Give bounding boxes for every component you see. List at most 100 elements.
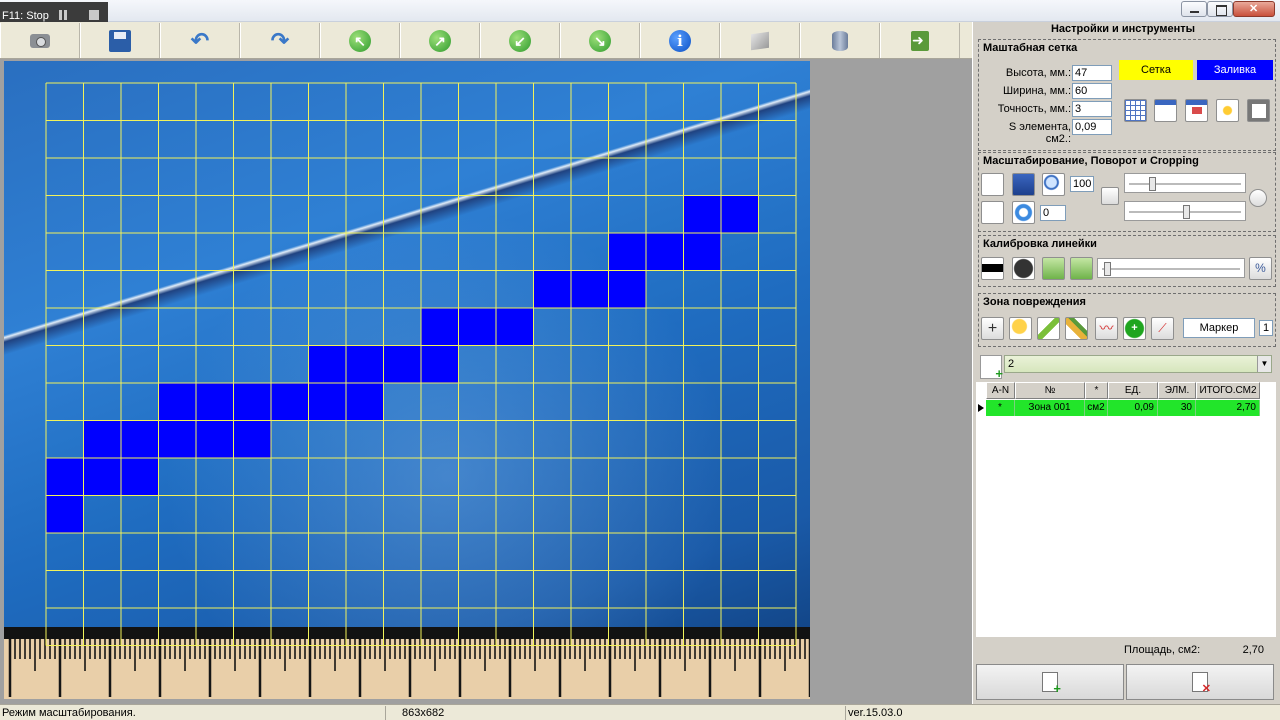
filled-grid-cell[interactable] [46,495,84,534]
filled-grid-cell[interactable] [83,458,122,496]
reset-zoom-icon[interactable] [1249,189,1267,207]
filled-grid-cell[interactable] [271,383,309,421]
move-up-right-button[interactable]: ↗ [400,23,480,58]
crosshair-icon[interactable]: + [981,317,1004,340]
scale-grid-overlay[interactable] [4,61,810,699]
filled-grid-cell[interactable] [346,345,384,384]
table-cell[interactable]: * [986,400,1015,416]
database-button[interactable] [800,23,880,58]
grid-toggle[interactable]: Сетка [1119,60,1193,80]
move-down-left-button[interactable]: ↙ [480,23,560,58]
column-header[interactable]: ЕД. [1108,382,1158,399]
filled-grid-cell[interactable] [421,345,459,384]
filled-grid-cell[interactable] [158,383,197,421]
pause-icon[interactable] [58,10,68,20]
save-button[interactable] [80,23,160,58]
table-cell[interactable]: Зона 001 [1015,400,1085,416]
close-button[interactable] [1233,1,1275,17]
table-cell[interactable]: см2 [1085,400,1108,416]
box-button[interactable] [720,23,800,58]
filled-grid-cell[interactable] [683,233,722,271]
filled-grid-cell[interactable] [421,308,459,346]
filled-grid-cell[interactable] [721,195,759,234]
move-up-left-button[interactable]: ↖ [320,23,400,58]
filled-grid-cell[interactable] [608,233,647,271]
add-record-button[interactable] [976,664,1124,700]
grid-icon[interactable] [1124,99,1147,122]
info-button[interactable]: i [640,23,720,58]
filled-grid-cell[interactable] [83,420,122,459]
window-icon[interactable] [1154,99,1177,122]
minimize-button[interactable] [1181,1,1207,17]
filled-grid-cell[interactable] [196,420,234,459]
zoom-icon[interactable] [1042,173,1065,196]
height-input[interactable]: 47 [1072,65,1112,81]
center-icon[interactable] [1216,99,1239,122]
table-cell[interactable]: 0,09 [1108,400,1158,416]
width-input[interactable]: 60 [1072,83,1112,99]
fill-toggle[interactable]: Заливка [1197,60,1273,80]
marker-pen-icon[interactable] [1037,317,1060,340]
filled-grid-cell[interactable] [308,383,347,421]
polygon-icon[interactable]: 〰 [1095,317,1118,340]
new-zone-button[interactable] [980,355,1003,381]
stop-icon[interactable] [89,10,99,20]
filled-grid-cell[interactable] [46,458,84,496]
rotate-slider[interactable] [1124,201,1246,221]
filled-grid-cell[interactable] [683,195,722,234]
fill-icon[interactable] [1185,99,1208,122]
marker-number-input[interactable]: 1 [1259,320,1273,336]
exit-button[interactable] [880,23,960,58]
rotate-input[interactable]: 0 [1040,205,1066,221]
crop-icon[interactable] [1012,173,1035,196]
column-header[interactable]: ИТОГО.СМ2 [1196,382,1260,399]
column-header[interactable]: ЭЛМ. [1158,382,1196,399]
calibrate-h-icon[interactable] [1042,257,1065,280]
link-icon[interactable] [981,201,1004,224]
column-header[interactable]: * [1085,382,1108,399]
percent-icon[interactable]: % [1249,257,1272,280]
filled-grid-cell[interactable] [121,458,159,496]
precision-input[interactable]: 3 [1072,101,1112,117]
undo-button[interactable]: ↶ [160,23,240,58]
redo-button[interactable]: ↷ [240,23,320,58]
rotate-icon[interactable] [1012,201,1035,224]
filled-grid-cell[interactable] [308,345,347,384]
calibration-slider[interactable] [1097,258,1245,278]
filled-grid-cell[interactable] [196,383,234,421]
zoom-slider[interactable] [1124,173,1246,193]
table-cell[interactable]: 2,70 [1196,400,1260,416]
filled-grid-cell[interactable] [571,270,609,309]
snapshot-button[interactable] [0,23,80,58]
frame-icon[interactable] [1247,99,1270,122]
delete-record-button[interactable] [1126,664,1274,700]
bulb-icon[interactable] [1009,317,1032,340]
table-cell[interactable]: 30 [1158,400,1196,416]
filled-grid-cell[interactable] [646,233,684,271]
filled-grid-cell[interactable] [608,270,647,309]
select-rect-icon[interactable] [981,173,1004,196]
filled-grid-cell[interactable] [496,308,534,346]
filled-grid-cell[interactable] [233,383,272,421]
column-header[interactable]: № [1015,382,1085,399]
line-chart-icon[interactable]: ⟋ [1151,317,1174,340]
photo-canvas[interactable] [4,61,810,699]
filled-grid-cell[interactable] [158,420,197,459]
element-area-input[interactable]: 0,09 [1072,119,1112,135]
filled-grid-cell[interactable] [383,345,422,384]
filled-grid-cell[interactable] [458,308,497,346]
zone-select[interactable]: 2 ▼ [1004,355,1272,373]
column-header[interactable]: A-N [986,382,1015,399]
maximize-button[interactable] [1207,1,1233,17]
brush-icon[interactable] [1065,317,1088,340]
filled-grid-cell[interactable] [346,383,384,421]
copy-icon[interactable] [1101,187,1119,205]
add-zone-icon[interactable]: + [1123,317,1146,340]
move-down-right-button[interactable]: ↘ [560,23,640,58]
filled-grid-cell[interactable] [533,270,572,309]
calibrate-v-icon[interactable] [1070,257,1093,280]
contrast-icon[interactable] [1012,257,1035,280]
filled-grid-cell[interactable] [121,420,159,459]
chevron-down-icon[interactable]: ▼ [1257,356,1271,372]
zoom-input[interactable]: 100 [1070,176,1094,192]
